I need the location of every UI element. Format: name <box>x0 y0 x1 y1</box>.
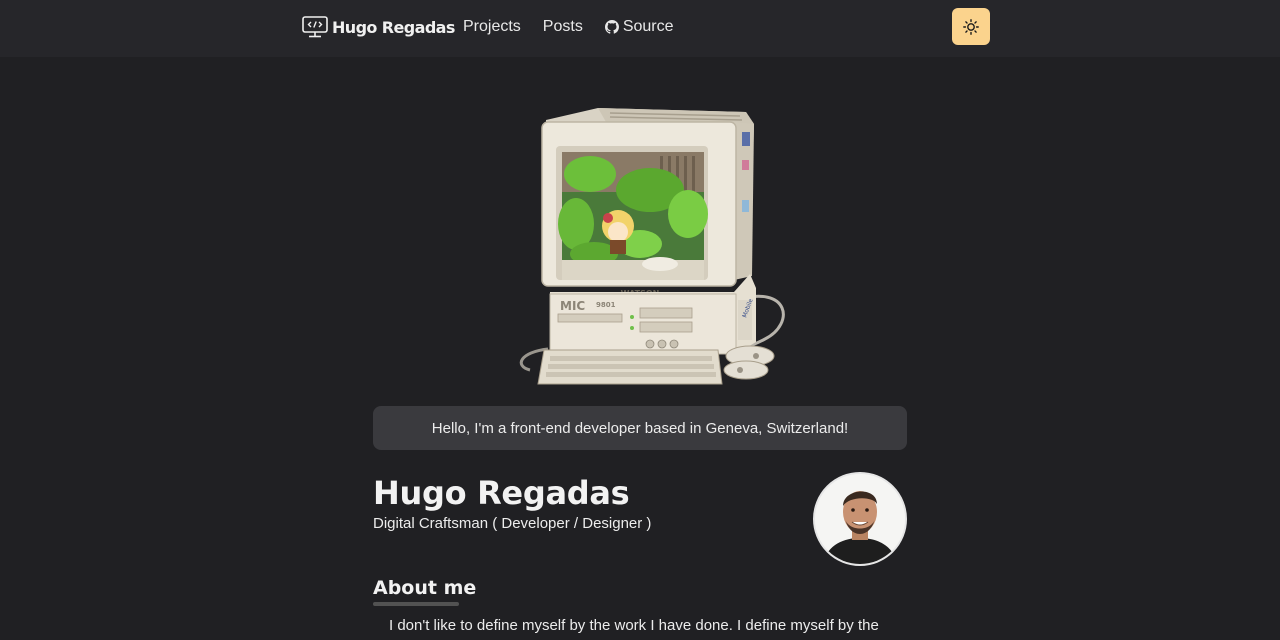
intro-banner: Hello, I'm a front-end developer based i… <box>373 406 907 450</box>
avatar <box>813 472 907 566</box>
logo-text: Hugo Regadas <box>332 17 455 37</box>
navbar: Hugo Regadas Projects Posts Source <box>0 0 1280 57</box>
github-icon <box>604 20 619 34</box>
section-title-underline <box>373 602 459 606</box>
computer-model-text: 9801 <box>596 301 616 309</box>
about-section-title: About me <box>373 577 477 599</box>
about-paragraph: I don't like to define myself by the wor… <box>389 617 879 634</box>
nav-link-projects[interactable]: Projects <box>463 18 521 36</box>
profile-name: Hugo Regadas <box>373 474 630 512</box>
nav-link-source-label: Source <box>622 18 674 35</box>
site-logo-link[interactable]: Hugo Regadas <box>302 14 455 40</box>
code-monitor-icon <box>302 16 328 38</box>
profile-photo <box>815 474 905 564</box>
sun-icon <box>963 18 979 35</box>
svg-text:MIC: MIC <box>560 299 585 313</box>
retro-computer-illustration: WATSON MIC 9801 Mobile <box>519 108 785 385</box>
nav-link-source[interactable]: Source <box>604 18 674 36</box>
nav-links: Projects Posts Source <box>463 18 674 36</box>
profile-subtitle: Digital Craftsman ( Developer / Designer… <box>373 515 652 532</box>
navbar-inner: Hugo Regadas Projects Posts Source <box>302 0 990 57</box>
nav-link-posts[interactable]: Posts <box>543 18 583 36</box>
theme-toggle-button[interactable] <box>952 8 990 45</box>
